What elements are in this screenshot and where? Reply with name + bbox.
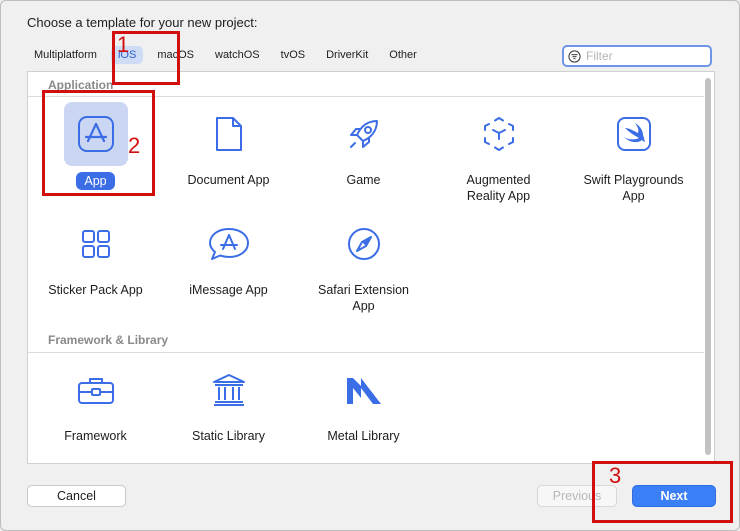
- annotation-number-2: 2: [128, 133, 141, 158]
- scrollbar-thumb[interactable]: [705, 78, 711, 455]
- grid-icon: [64, 212, 128, 276]
- swift-icon: [602, 102, 666, 166]
- cancel-button[interactable]: Cancel: [27, 485, 126, 507]
- tab-tvos[interactable]: tvOS: [274, 46, 312, 64]
- tab-driverkit[interactable]: DriverKit: [319, 46, 375, 64]
- tab-other[interactable]: Other: [382, 46, 424, 64]
- template-game[interactable]: Game: [296, 102, 431, 188]
- template-label: Game: [346, 173, 381, 187]
- template-swift-playgrounds-app[interactable]: Swift Playgrounds App: [566, 102, 701, 204]
- template-augmented-reality-app[interactable]: Augmented Reality App: [431, 102, 566, 204]
- tab-multiplatform[interactable]: Multiplatform: [27, 46, 104, 64]
- rocket-icon: [332, 102, 396, 166]
- imessage-app-icon: [197, 212, 261, 276]
- template-label: Metal Library: [327, 429, 400, 443]
- template-safari-extension-app[interactable]: Safari Extension App: [296, 212, 431, 314]
- document-icon: [197, 102, 261, 166]
- template-label: Augmented Reality App: [466, 173, 531, 203]
- template-label: Sticker Pack App: [48, 283, 143, 297]
- template-label: Static Library: [192, 429, 265, 443]
- template-imessage-app[interactable]: iMessage App: [161, 212, 296, 298]
- template-sticker-pack-app[interactable]: Sticker Pack App: [28, 212, 163, 298]
- metal-icon: [332, 358, 396, 422]
- section-framework-header: Framework & Library: [48, 333, 169, 347]
- ar-cube-icon: [467, 102, 531, 166]
- template-metal-library[interactable]: Metal Library: [296, 358, 431, 444]
- annotation-number-1: 1: [117, 32, 130, 57]
- filter-icon: [568, 49, 581, 63]
- template-label: Document App: [187, 173, 270, 187]
- platform-tabs: Multiplatform iOS macOS watchOS tvOS Dri…: [27, 41, 431, 69]
- template-label: Framework: [64, 429, 127, 443]
- dialog-title: Choose a template for your new project:: [27, 15, 258, 30]
- filter-field[interactable]: [562, 45, 712, 67]
- template-document-app[interactable]: Document App: [161, 102, 296, 188]
- template-label: iMessage App: [189, 283, 268, 297]
- compass-icon: [332, 212, 396, 276]
- template-chooser-sheet: Choose a template for your new project: …: [0, 0, 740, 531]
- toolbox-icon: [64, 358, 128, 422]
- columns-icon: [197, 358, 261, 422]
- vertical-scrollbar[interactable]: [704, 74, 712, 459]
- tab-watchos[interactable]: watchOS: [208, 46, 267, 64]
- template-static-library[interactable]: Static Library: [161, 358, 296, 444]
- filter-input[interactable]: [584, 48, 708, 64]
- template-framework[interactable]: Framework: [28, 358, 163, 444]
- template-label: Swift Playgrounds App: [583, 173, 684, 203]
- template-label: Safari Extension App: [317, 283, 410, 313]
- divider: [28, 352, 704, 353]
- annotation-number-3: 3: [609, 463, 622, 488]
